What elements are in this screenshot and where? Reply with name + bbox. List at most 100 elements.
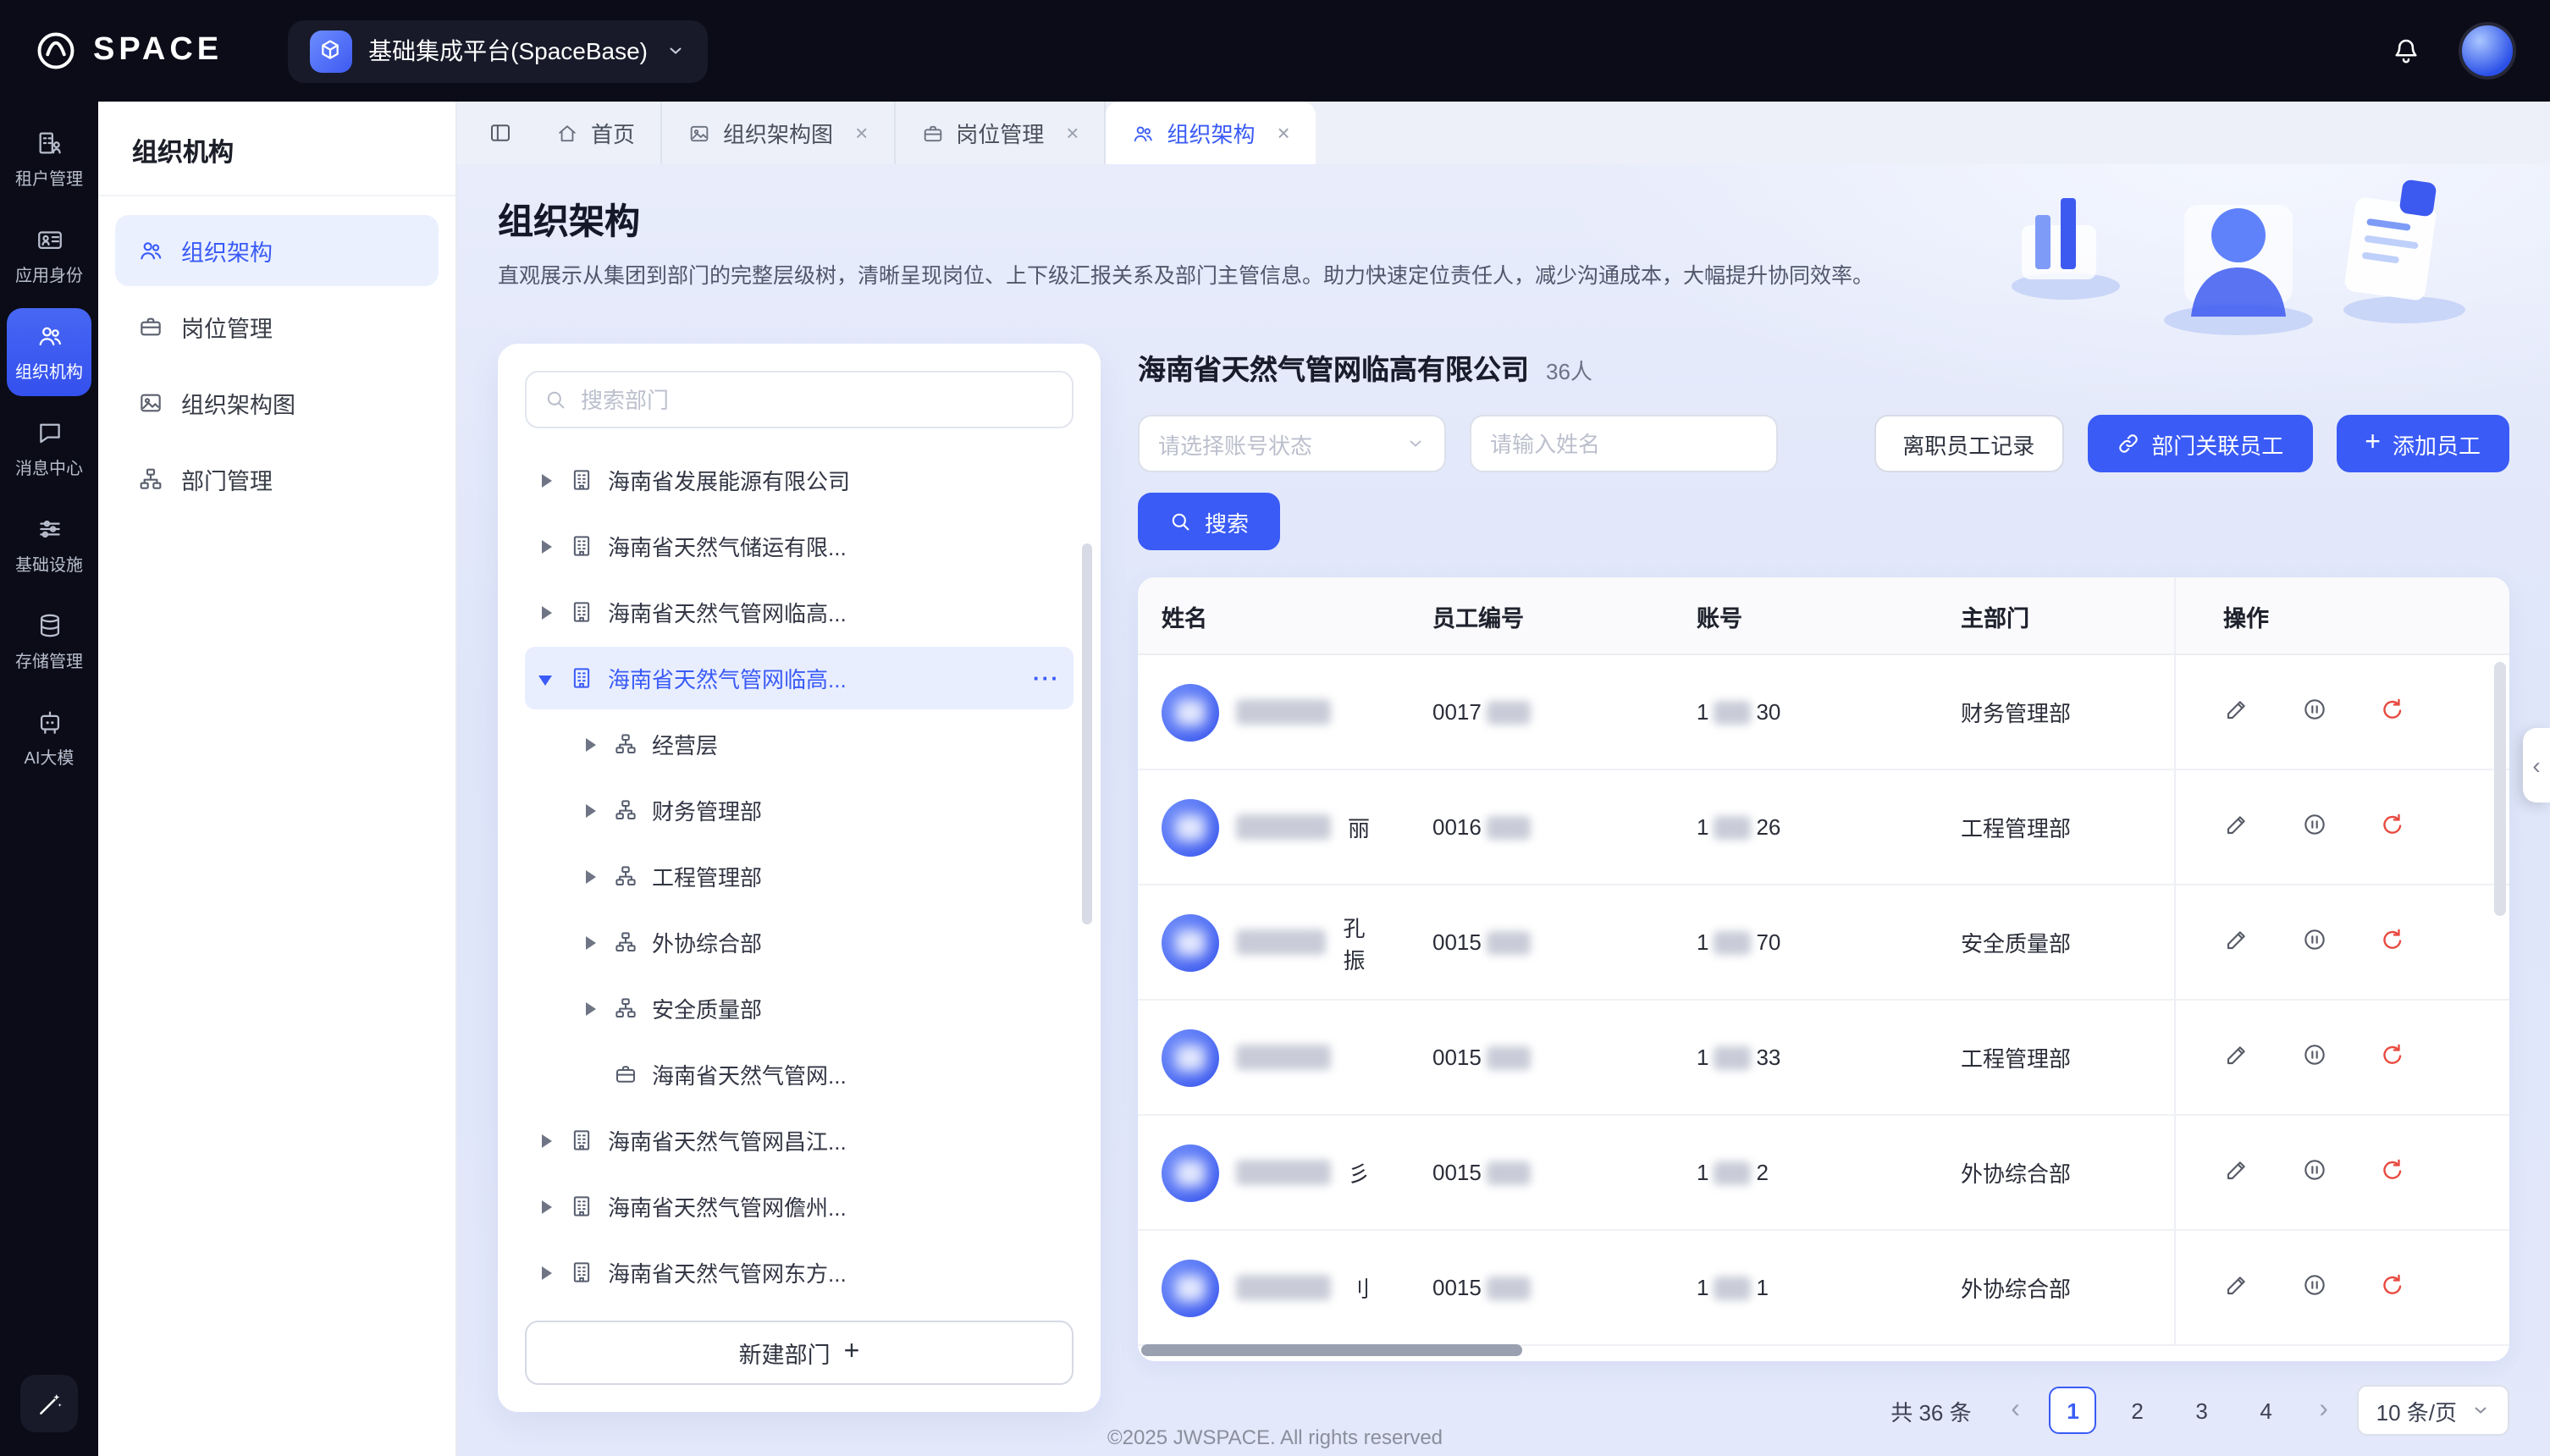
sidebar-item-org-chart[interactable]: 组织架构图: [115, 367, 439, 438]
tab-home[interactable]: 首页: [530, 102, 662, 164]
page-button-1[interactable]: 1: [2050, 1387, 2097, 1434]
close-icon[interactable]: ×: [855, 120, 868, 146]
next-page-button[interactable]: ›: [2307, 1387, 2341, 1434]
tab-org-chart[interactable]: 组织架构图 ×: [662, 102, 895, 164]
rail-item-identity[interactable]: 应用身份: [7, 212, 91, 300]
panel-collapse-handle[interactable]: ‹: [2523, 728, 2550, 802]
table-row[interactable]: 0017 130 财务管理部: [1138, 655, 2509, 770]
edit-icon[interactable]: [2223, 810, 2257, 844]
node-more-button[interactable]: ···: [1033, 665, 1060, 691]
page-button-3[interactable]: 3: [2178, 1387, 2226, 1434]
caret-icon[interactable]: [538, 1198, 555, 1215]
employee-avatar: [1162, 1029, 1219, 1086]
reset-icon[interactable]: [2379, 1155, 2413, 1189]
tree-node[interactable]: 海南省天然气管网昌江...: [525, 1109, 1074, 1172]
tree-node[interactable]: 海南省天然气管网东方...: [525, 1241, 1074, 1304]
reset-icon[interactable]: [2379, 1271, 2413, 1304]
resigned-employees-button[interactable]: 离职员工记录: [1874, 415, 2063, 472]
tree-search-input[interactable]: [581, 387, 1055, 412]
edit-icon[interactable]: [2223, 1155, 2257, 1189]
tree-node[interactable]: 经营层: [569, 713, 1074, 775]
caret-icon[interactable]: [538, 604, 555, 620]
pause-icon[interactable]: [2301, 925, 2335, 959]
reset-icon[interactable]: [2379, 695, 2413, 729]
link-department-employees-button[interactable]: 部门关联员工: [2087, 415, 2312, 472]
new-department-button[interactable]: 新建部门 +: [525, 1321, 1074, 1385]
edit-icon[interactable]: [2223, 1040, 2257, 1074]
caret-icon[interactable]: [538, 1264, 555, 1281]
tree-node[interactable]: 海南省天然气管网儋州...: [525, 1175, 1074, 1238]
reset-icon[interactable]: [2379, 925, 2413, 959]
table-vertical-scrollbar[interactable]: [2494, 662, 2506, 916]
caret-icon[interactable]: [538, 472, 555, 488]
magic-wand-button[interactable]: [20, 1375, 78, 1432]
tab-position-mgmt[interactable]: 岗位管理 ×: [895, 102, 1106, 164]
table-row[interactable]: 彡 0015 12 外协综合部: [1138, 1116, 2509, 1231]
caret-icon[interactable]: [538, 1132, 555, 1149]
tree-node[interactable]: 工程管理部: [569, 845, 1074, 907]
caret-icon[interactable]: [582, 802, 599, 819]
reset-icon[interactable]: [2379, 1040, 2413, 1074]
search-icon: [1169, 510, 1193, 533]
rail-item-organization[interactable]: 组织机构: [7, 308, 91, 396]
tree-node[interactable]: 安全质量部: [569, 977, 1074, 1040]
pause-icon[interactable]: [2301, 810, 2335, 844]
table-row[interactable]: 刂 0015 11 外协综合部: [1138, 1231, 2509, 1346]
close-icon[interactable]: ×: [1066, 120, 1079, 146]
edit-icon[interactable]: [2223, 925, 2257, 959]
caret-icon[interactable]: [538, 538, 555, 554]
page-button-4[interactable]: 4: [2243, 1387, 2290, 1434]
pause-icon[interactable]: [2301, 695, 2335, 729]
sidebar-item-dept-mgmt[interactable]: 部门管理: [115, 444, 439, 515]
tab-list-icon[interactable]: [471, 102, 530, 164]
name-filter-input[interactable]: [1490, 431, 1758, 456]
tree-scrollbar[interactable]: [1082, 543, 1092, 924]
rail-item-infrastructure[interactable]: 基础设施: [7, 501, 91, 589]
add-employee-button[interactable]: + 添加员工: [2336, 415, 2509, 472]
caret-placeholder: [582, 1066, 599, 1083]
caret-icon[interactable]: [538, 670, 555, 687]
edit-icon[interactable]: [2223, 1271, 2257, 1304]
caret-icon[interactable]: [582, 736, 599, 753]
page-size-select[interactable]: 10 条/页: [2358, 1385, 2509, 1436]
close-icon[interactable]: ×: [1278, 120, 1290, 146]
table-row[interactable]: 丽 0016 126 工程管理部: [1138, 770, 2509, 885]
rail-item-messages[interactable]: 消息中心: [7, 405, 91, 493]
platform-cube-icon: [309, 30, 351, 72]
pause-icon[interactable]: [2301, 1040, 2335, 1074]
page-button-2[interactable]: 2: [2114, 1387, 2161, 1434]
tree-node-selected[interactable]: 海南省天然气管网临高...···: [525, 647, 1074, 709]
tab-org-structure[interactable]: 组织架构 ×: [1106, 102, 1315, 164]
redacted-account: [1714, 1276, 1751, 1299]
tree-node[interactable]: 海南省天然气管网...: [569, 1043, 1074, 1106]
pause-icon[interactable]: [2301, 1155, 2335, 1189]
tree-node[interactable]: 财务管理部: [569, 779, 1074, 841]
tree-node[interactable]: 海南省天然气储运有限...: [525, 515, 1074, 577]
edit-icon[interactable]: [2223, 695, 2257, 729]
caret-icon[interactable]: [582, 1000, 599, 1017]
rail-item-ai-model[interactable]: AI大模: [7, 694, 91, 782]
sidebar-item-position-mgmt[interactable]: 岗位管理: [115, 291, 439, 362]
sidebar-item-org-structure[interactable]: 组织架构: [115, 215, 439, 286]
caret-icon[interactable]: [582, 934, 599, 951]
tree-node[interactable]: 外协综合部: [569, 911, 1074, 973]
table-horizontal-scrollbar[interactable]: [1141, 1344, 1522, 1356]
table-row[interactable]: 0015 133 工程管理部: [1138, 1001, 2509, 1116]
tree-node[interactable]: 海南省天然气管网临高...: [525, 581, 1074, 643]
search-button[interactable]: 搜索: [1138, 493, 1280, 550]
user-avatar[interactable]: [2459, 22, 2516, 80]
link-icon: [2116, 432, 2139, 455]
table-row[interactable]: 孔振 0015 170 安全质量部: [1138, 885, 2509, 1001]
platform-selector[interactable]: 基础集成平台(SpaceBase): [287, 19, 707, 82]
pause-icon[interactable]: [2301, 1271, 2335, 1304]
caret-icon[interactable]: [582, 868, 599, 885]
prev-page-button[interactable]: ‹: [1999, 1387, 2033, 1434]
reset-icon[interactable]: [2379, 810, 2413, 844]
rail-item-storage[interactable]: 存储管理: [7, 598, 91, 686]
redacted-account: [1714, 930, 1751, 954]
rail-item-tenant[interactable]: 租户管理: [7, 115, 91, 203]
tree-node[interactable]: 海南省发展能源有限公司: [525, 449, 1074, 511]
redacted-name: [1236, 1045, 1331, 1070]
account-status-select[interactable]: 请选择账号状态: [1138, 415, 1446, 472]
notification-bell-icon[interactable]: [2391, 36, 2421, 66]
